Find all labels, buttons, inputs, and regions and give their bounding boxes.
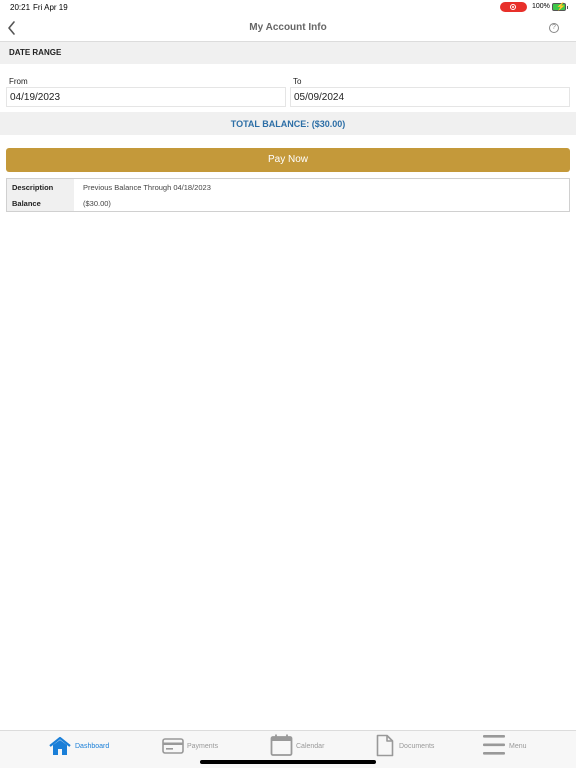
to-date-field[interactable]: 05/09/2024 — [290, 87, 570, 107]
total-balance-band: TOTAL BALANCE: ($30.00) — [0, 112, 576, 135]
tab-label: Dashboard — [75, 743, 110, 750]
screen-recording-icon — [500, 2, 527, 12]
battery-percentage: 100% — [532, 3, 550, 10]
date-range-title: DATE RANGE — [9, 48, 62, 57]
tab-label: Payments — [187, 743, 219, 750]
page-title: My Account Info — [249, 22, 327, 33]
tab-menu[interactable]: Menu — [482, 731, 542, 763]
tab-dashboard[interactable]: Dashboard — [48, 731, 118, 763]
credit-card-icon — [162, 738, 184, 754]
tab-label: Documents — [399, 743, 435, 750]
document-icon — [376, 734, 394, 757]
balance-detail-table: Description Previous Balance Through 04/… — [6, 178, 570, 212]
status-time: 20:21 — [10, 3, 31, 12]
tab-label: Menu — [509, 743, 527, 750]
total-balance-text: TOTAL BALANCE: ($30.00) — [230, 119, 346, 129]
calendar-icon — [270, 734, 293, 756]
help-icon[interactable]: ? — [549, 23, 559, 33]
home-icon — [49, 736, 71, 755]
tab-calendar[interactable]: Calendar — [270, 731, 340, 763]
description-value: Previous Balance Through 04/18/2023 — [83, 183, 211, 192]
description-key: Description — [7, 179, 74, 195]
table-row: Balance ($30.00) — [7, 195, 569, 211]
from-date-field[interactable]: 04/19/2023 — [6, 87, 286, 107]
tab-label: Calendar — [296, 743, 325, 750]
balance-key: Balance — [7, 195, 74, 211]
pay-now-button[interactable]: Pay Now — [6, 148, 570, 172]
table-row: Description Previous Balance Through 04/… — [7, 179, 569, 195]
navigation-bar: My Account Info ? — [0, 14, 576, 42]
to-label: To — [293, 77, 302, 86]
status-bar: 20:21 Fri Apr 19 100% ⚡ — [0, 0, 576, 14]
tab-payments[interactable]: Payments — [162, 731, 232, 763]
menu-icon — [483, 735, 505, 755]
status-date: Fri Apr 19 — [33, 3, 68, 12]
battery-charging-icon: ⚡ — [552, 2, 568, 11]
home-indicator — [200, 760, 376, 764]
balance-value: ($30.00) — [83, 199, 111, 208]
from-label: From — [9, 77, 28, 86]
tab-documents[interactable]: Documents — [376, 731, 446, 763]
date-range-header: DATE RANGE — [0, 42, 576, 64]
